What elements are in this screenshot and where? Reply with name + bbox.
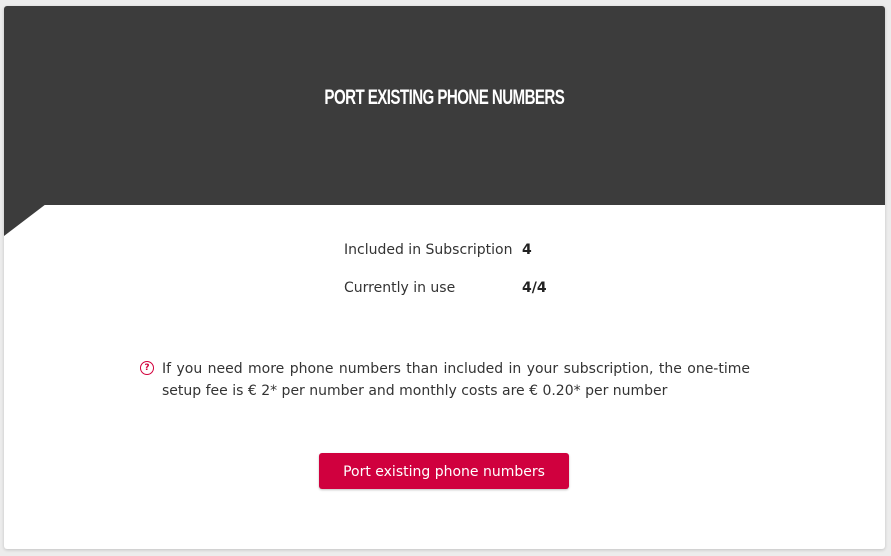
- page-title: Port existing phone numbers: [324, 86, 565, 109]
- port-numbers-button[interactable]: Port existing phone numbers: [319, 453, 569, 489]
- question-circle-icon: ?: [140, 361, 154, 375]
- stat-value: 4: [522, 242, 532, 258]
- porting-card: Port existing phone numbers Included in …: [4, 6, 885, 549]
- stat-label: Included in Subscription: [344, 242, 513, 258]
- header-tail-decoration: [4, 204, 46, 236]
- fee-info-text: If you need more phone numbers than incl…: [162, 361, 750, 399]
- card-header: Port existing phone numbers: [4, 6, 885, 205]
- stat-value: 4/4: [522, 280, 547, 296]
- stat-label: Currently in use: [344, 280, 456, 296]
